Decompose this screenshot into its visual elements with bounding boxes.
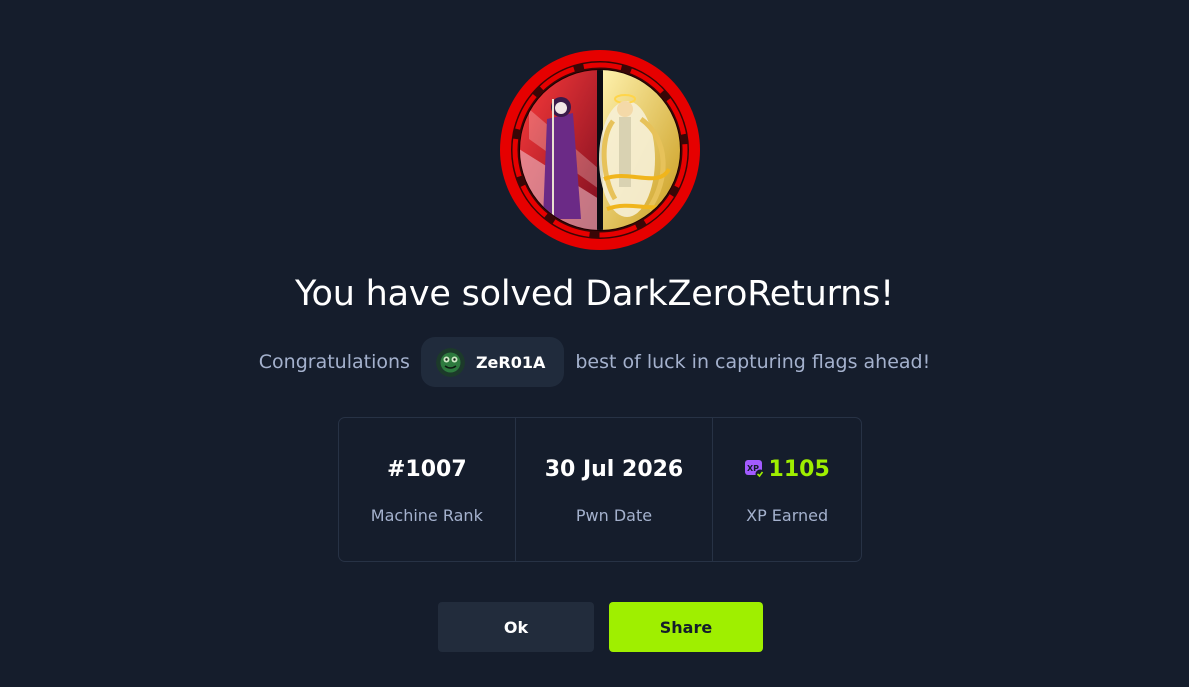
username: ZeR01A — [475, 352, 546, 372]
machine-rank-value: #1007 — [386, 456, 467, 482]
share-button[interactable]: Share — [609, 602, 763, 652]
stat-pwn-date: 30 Jul 2026 Pwn Date — [516, 418, 714, 561]
congrats-prefix: Congratulations — [258, 351, 410, 373]
stat-xp-earned: XP 1105 XP Earned — [713, 418, 861, 561]
congrats-suffix: best of luck in capturing flags ahead! — [575, 351, 931, 373]
xp-earned-value: 1105 — [768, 456, 830, 482]
pwn-date-label: Pwn Date — [575, 506, 653, 525]
user-chip[interactable]: ZeR01A — [420, 337, 565, 387]
stats-panel: #1007 Machine Rank 30 Jul 2026 Pwn Date … — [338, 417, 862, 562]
solved-modal: You have solved DarkZeroReturns! Congrat… — [0, 0, 1189, 687]
stat-machine-rank: #1007 Machine Rank — [339, 418, 516, 561]
xp-earned-label: XP Earned — [746, 506, 829, 525]
ok-button[interactable]: Ok — [438, 602, 594, 652]
xp-icon: XP — [744, 460, 765, 479]
machine-rank-label: Machine Rank — [370, 506, 483, 525]
dark-zero-returns-badge-icon — [500, 50, 700, 250]
page-title: You have solved DarkZeroReturns! — [294, 274, 895, 314]
congratulations-message: Congratulations ZeR01A best of luck in c… — [0, 337, 1189, 387]
xp-value-row: XP 1105 — [744, 455, 830, 483]
user-avatar-icon — [435, 347, 465, 377]
pwn-date-value: 30 Jul 2026 — [544, 456, 684, 482]
